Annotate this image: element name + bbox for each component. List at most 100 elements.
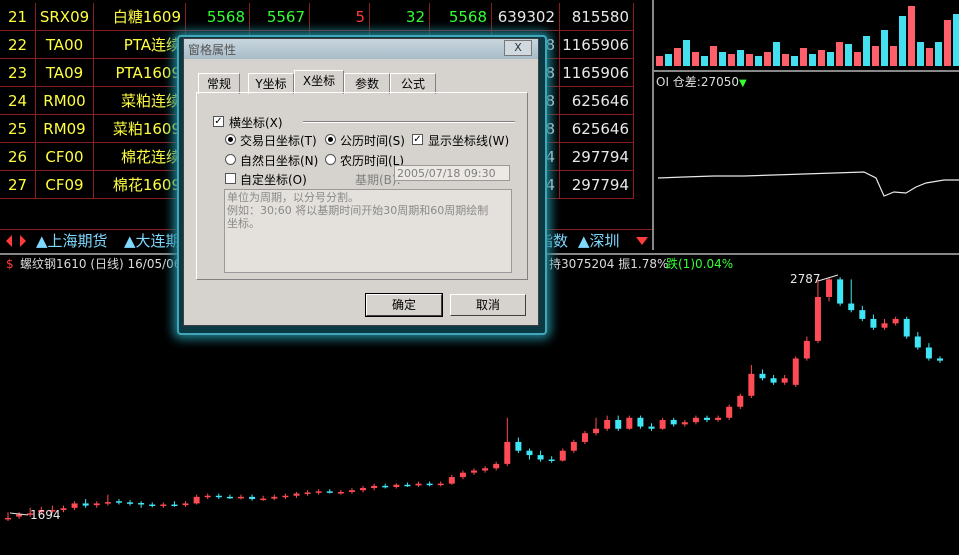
table-row[interactable]: 21 SRX09 白糖1609 5568 5567 5 32 5568 639302 815580: [0, 3, 646, 31]
candle-body: [648, 426, 655, 429]
natural-day-radio[interactable]: [225, 154, 236, 165]
candle-body: [803, 340, 810, 359]
volume-bars: [656, 6, 959, 66]
cell-change: 5: [310, 3, 370, 31]
candle-body: [60, 508, 67, 511]
calendar-radio[interactable]: [325, 134, 336, 145]
candle-body: [593, 428, 600, 434]
h-axis-checkbox[interactable]: ✓: [213, 116, 224, 127]
candle-body: [826, 279, 833, 297]
candle-body: [226, 496, 233, 499]
h-axis-label: 横坐标(X): [229, 116, 283, 130]
dialog-titlebar[interactable]: 窗格属性 X: [184, 39, 538, 59]
period-description[interactable]: 单位为周期，以分号分割。 例如：30;60 将以基期时间开始30周期和60周期绘…: [224, 189, 512, 273]
volume-bar: [935, 42, 942, 66]
base-date-input[interactable]: 2005/07/18 09:30: [394, 165, 510, 181]
cell-name: PTA1609: [94, 59, 186, 87]
ok-button[interactable]: 确定: [365, 293, 443, 317]
candle-body: [937, 358, 943, 361]
tab-dalian[interactable]: ▲大连期: [124, 231, 181, 251]
volume-bar: [881, 30, 888, 66]
volume-bar: [692, 52, 699, 66]
volume-bar: [737, 50, 744, 66]
candle-body: [515, 441, 522, 451]
scroll-left-icon[interactable]: [6, 235, 12, 247]
candle-body: [437, 483, 444, 486]
tab-general[interactable]: 常规: [198, 73, 240, 94]
candle-body: [770, 378, 777, 383]
tab-shenzhen[interactable]: ▲深圳指: [578, 231, 634, 251]
volume-bar: [764, 52, 771, 66]
candle-body: [759, 373, 766, 379]
pane-properties-dialog: 窗格属性 X 常规 Y坐标 X坐标 参数 公式 ✓ 横坐标(X) 交易日坐标(T…: [183, 38, 539, 326]
cell-code: TA00: [36, 31, 94, 59]
candle-body: [182, 503, 189, 506]
tab-formula[interactable]: 公式: [390, 73, 436, 94]
candle-body: [814, 296, 821, 341]
candle-body: [471, 470, 477, 473]
volume-panel: [652, 0, 959, 72]
cell-num: 23: [0, 59, 36, 87]
show-lines-checkbox[interactable]: ✓: [412, 134, 423, 145]
cell-code: CF09: [36, 171, 94, 199]
candle-body: [914, 336, 921, 348]
volume-bar: [899, 16, 906, 66]
high-price-label: 2787: [790, 272, 821, 286]
candle-body: [859, 310, 866, 319]
volume-bar: [665, 54, 672, 66]
tab-y-axis[interactable]: Y坐标: [248, 73, 294, 94]
candle-body: [482, 468, 489, 471]
volume-bar: [782, 54, 789, 66]
show-lines-label: 显示坐标线(W): [428, 134, 510, 148]
candle-body: [371, 485, 378, 489]
volume-bar: [791, 56, 798, 66]
volume-bar: [728, 54, 735, 66]
candle-body: [637, 417, 644, 427]
candle-body: [71, 503, 78, 508]
candle-body: [792, 358, 799, 385]
cell-code: RM00: [36, 87, 94, 115]
candle-body: [848, 303, 855, 311]
cell-name: PTA连续: [94, 31, 186, 59]
trade-day-radio[interactable]: [225, 134, 236, 145]
candle-body: [171, 504, 178, 507]
cell-code: TA09: [36, 59, 94, 87]
candle-body: [704, 417, 710, 420]
calendar-label: 公历时间(S): [340, 134, 405, 148]
scroll-down-icon[interactable]: [636, 237, 648, 245]
candle-body: [104, 502, 111, 504]
volume-bar: [710, 46, 717, 66]
candle-body: [138, 502, 145, 505]
tab-params[interactable]: 参数: [344, 73, 390, 94]
candle-body: [715, 417, 722, 420]
custom-axis-checkbox[interactable]: [225, 173, 236, 184]
candle-body: [249, 496, 256, 500]
scroll-right-icon[interactable]: [20, 235, 26, 247]
candle-body: [670, 419, 677, 425]
oi-label: OI 仓差:27050▼: [656, 75, 747, 89]
volume-bar: [953, 14, 959, 66]
cell-oi2: 1165906: [560, 31, 634, 59]
cell-name: 棉花连续: [94, 143, 186, 171]
candle-body: [548, 459, 555, 461]
candle-body: [282, 495, 289, 498]
candle-body: [149, 504, 156, 507]
candle-body: [681, 422, 688, 425]
tab-x-axis[interactable]: X坐标: [294, 70, 344, 94]
tab-shanghai-futures[interactable]: ▲上海期货: [36, 231, 108, 251]
cell-last: 5568: [186, 3, 250, 31]
volume-bar: [755, 56, 762, 66]
close-button[interactable]: X: [504, 40, 532, 56]
cell-name: 棉花1609: [94, 171, 186, 199]
low-price-label: 1694: [30, 508, 61, 522]
cell-num: 27: [0, 171, 36, 199]
cell-num: 24: [0, 87, 36, 115]
cell-num: 25: [0, 115, 36, 143]
candle-body: [337, 492, 344, 494]
cell-oi2: 815580: [560, 3, 634, 31]
candle-body: [315, 491, 322, 493]
trade-day-label: 交易日坐标(T): [240, 134, 317, 148]
lunar-radio[interactable]: [325, 154, 336, 165]
cell-oi2: 625646: [560, 115, 634, 143]
cancel-button[interactable]: 取消: [450, 294, 526, 316]
